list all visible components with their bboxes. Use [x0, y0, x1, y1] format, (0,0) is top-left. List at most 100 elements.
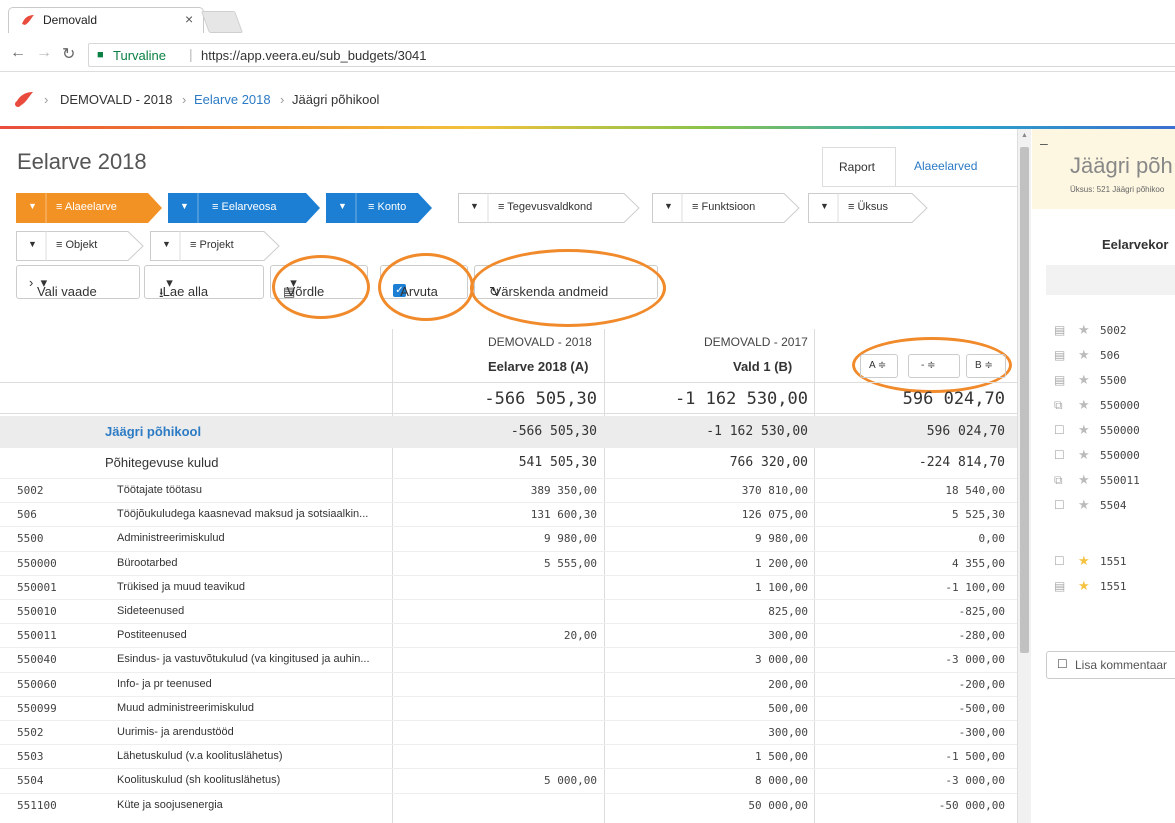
- filter-eelarveosa[interactable]: ▼ ≡ Eelarveosa: [168, 193, 320, 223]
- star-icon[interactable]: ★: [1078, 447, 1090, 463]
- chevron-down-icon[interactable]: ▼: [338, 201, 347, 211]
- back-arrow-icon[interactable]: ←: [10, 44, 26, 62]
- document-icon[interactable]: ▤: [1054, 373, 1065, 387]
- table-row[interactable]: 5502 Uurimis- ja arendustööd 300,00 -300,00: [0, 720, 1017, 744]
- chevron-down-icon[interactable]: ▼: [664, 201, 673, 211]
- new-tab-button[interactable]: [200, 11, 244, 33]
- table-row[interactable]: 550000 Bürootarbed 5 555,00 1 200,00 4 355,0…: [0, 550, 1017, 575]
- tab-report[interactable]: Raport: [822, 147, 896, 187]
- add-comment-button[interactable]: ☐ Lisa kommentaar: [1046, 651, 1175, 679]
- comment-icon[interactable]: ☐: [1054, 423, 1065, 437]
- side-list-item[interactable]: ☐ ★ 550000: [1032, 419, 1175, 443]
- comment-icon: ☐: [1057, 657, 1068, 671]
- table-row[interactable]: 506 Tööjõukuludega kaasnevad maksud ja so…: [0, 502, 1017, 526]
- table-row[interactable]: 5500 Administreerimiskulud 9 980,00 9 980,0…: [0, 526, 1017, 550]
- table-row[interactable]: 550099 Muud administreerimiskulud 500,00 -5…: [0, 695, 1017, 720]
- comments-icon[interactable]: ⧉: [1054, 473, 1063, 488]
- comment-icon[interactable]: ☐: [1054, 498, 1065, 512]
- chevron-down-icon[interactable]: ▼: [180, 201, 189, 211]
- side-list-item[interactable]: ▤ ★ 1551: [1032, 575, 1175, 599]
- breadcrumb-item-budget[interactable]: Eelarve 2018: [194, 92, 271, 107]
- forward-arrow-icon[interactable]: →: [36, 44, 52, 62]
- table-row[interactable]: 550040 Esindus- ja vastuvõtukulud (va kin…: [0, 647, 1017, 671]
- sort-a-select[interactable]: A ≑: [860, 354, 898, 378]
- table-row[interactable]: 550010 Sideteenused 825,00 -825,00: [0, 599, 1017, 623]
- table-row[interactable]: 551100 Küte ja soojusenergia 50 000,00 -50 …: [0, 792, 1017, 817]
- chevron-down-icon[interactable]: ▼: [470, 201, 479, 211]
- document-icon[interactable]: ▤: [1054, 323, 1065, 337]
- side-list-item[interactable]: ⧉ ★ 550000: [1032, 394, 1175, 418]
- table-row[interactable]: 5503 Lähetuskulud (v.a koolituslähetus) 1 …: [0, 744, 1017, 768]
- browser-tab[interactable]: Demovald ×: [8, 7, 204, 33]
- address-bar-row: ← → ↻ ■ Turvaline | https://app.veera.eu…: [0, 36, 1175, 72]
- collapse-icon[interactable]: –: [1040, 135, 1048, 151]
- scroll-up-icon[interactable]: ▲: [1021, 132, 1028, 139]
- side-list-item[interactable]: ▤ ★ 5002: [1032, 319, 1175, 343]
- filter-funktsioon[interactable]: ▼ ≡ Funktsioon: [652, 193, 800, 223]
- filter-tegevusvaldkond[interactable]: ▼ ≡ Tegevusvaldkond: [458, 193, 640, 223]
- tab-subbudgets[interactable]: Alaeelarved: [896, 147, 1017, 187]
- tab-title: Demovald: [43, 13, 98, 27]
- row-name: Esindus- ja vastuvõtukulud (va kingituse…: [117, 653, 370, 666]
- total-a: -566 505,30: [484, 389, 597, 409]
- side-list-item[interactable]: ▤ ★ 506: [1032, 344, 1175, 368]
- row-value-diff: -50 000,00: [938, 798, 1005, 812]
- comments-icon[interactable]: ⧉: [1054, 398, 1063, 413]
- star-icon[interactable]: ★: [1078, 497, 1090, 513]
- chevron-down-icon[interactable]: ▼: [28, 239, 37, 249]
- star-icon[interactable]: ★: [1078, 347, 1090, 363]
- side-list-item[interactable]: ☐ ★ 1551: [1032, 550, 1175, 574]
- comment-icon[interactable]: ☐: [1054, 448, 1065, 462]
- filter-objekt[interactable]: ▼ ≡ Objekt: [16, 231, 144, 261]
- scrollbar-thumb[interactable]: [1020, 147, 1029, 653]
- star-icon[interactable]: ★: [1078, 553, 1090, 569]
- veera-logo-icon[interactable]: [14, 90, 34, 108]
- filter-uksus[interactable]: ▼ ≡ Üksus: [808, 193, 928, 223]
- row-name: Lähetuskulud (v.a koolituslähetus): [117, 750, 283, 763]
- row-value-b: 500,00: [768, 701, 808, 715]
- sort-b-select[interactable]: B ≑: [966, 354, 1006, 378]
- star-icon[interactable]: ★: [1078, 397, 1090, 413]
- main-scrollbar[interactable]: ▲: [1017, 129, 1031, 823]
- subgroup-row[interactable]: Põhitegevuse kulud 541 505,30 766 320,00…: [0, 449, 1017, 477]
- operation-select[interactable]: - ≑: [908, 354, 960, 378]
- select-view-button[interactable]: › Vali vaade ▾: [16, 265, 140, 299]
- side-list-item[interactable]: ⧉ ★ 550011: [1032, 469, 1175, 493]
- row-name: Info- ja pr teenused: [117, 677, 212, 690]
- row-value-b: 8 000,00: [755, 774, 808, 788]
- side-list-item[interactable]: ☐ ★ 5504: [1032, 494, 1175, 518]
- group-row[interactable]: Jäägri põhikool -566 505,30 -1 162 530,0…: [0, 416, 1017, 448]
- reload-icon[interactable]: ↻: [62, 44, 75, 64]
- group-name[interactable]: Jäägri põhikool: [105, 424, 201, 439]
- table-row[interactable]: 5002 Töötajate töötasu 389 350,00 370 810,0…: [0, 478, 1017, 502]
- document-icon[interactable]: ▤: [1054, 348, 1065, 362]
- filter-label: ≡ Alaeelarve: [56, 201, 117, 213]
- document-icon[interactable]: ▤: [1054, 579, 1065, 593]
- chevron-down-icon[interactable]: ▼: [820, 201, 829, 211]
- star-icon[interactable]: ★: [1078, 472, 1090, 488]
- row-code: 550040: [17, 653, 57, 667]
- table-row[interactable]: 550060 Info- ja pr teenused 200,00 -200,00: [0, 671, 1017, 696]
- veera-logo-icon: [22, 15, 34, 25]
- breadcrumb-item-municipality[interactable]: DEMOVALD - 2018: [60, 92, 172, 107]
- tab-close-icon[interactable]: ×: [185, 11, 193, 27]
- star-icon[interactable]: ★: [1078, 422, 1090, 438]
- table-row[interactable]: 5504 Koolituskulud (sh koolituslähetus) 5 …: [0, 768, 1017, 792]
- comment-icon[interactable]: ☐: [1054, 554, 1065, 568]
- table-row[interactable]: 550001 Trükised ja muud teavikud 1 100,00 -…: [0, 574, 1017, 599]
- chevron-down-icon[interactable]: ▼: [28, 201, 37, 211]
- table-row[interactable]: 550011 Postiteenused 20,00 300,00 -280,00: [0, 623, 1017, 647]
- side-list-item[interactable]: ☐ ★ 550000: [1032, 444, 1175, 468]
- filter-konto[interactable]: ▼ ≡ Konto: [326, 193, 432, 223]
- url-field[interactable]: ■ Turvaline | https://app.veera.eu/sub_b…: [88, 43, 1175, 67]
- filter-projekt[interactable]: ▼ ≡ Projekt: [150, 231, 280, 261]
- tab-report-label: Raport: [839, 160, 876, 174]
- filter-alaeelarve[interactable]: ▼ ≡ Alaeelarve: [16, 193, 162, 223]
- star-icon[interactable]: ★: [1078, 578, 1090, 594]
- download-button[interactable]: ⭳ Lae alla ▾: [144, 265, 264, 300]
- side-list-item[interactable]: ▤ ★ 5500: [1032, 369, 1175, 393]
- chevron-down-icon[interactable]: ▼: [162, 239, 171, 249]
- star-icon[interactable]: ★: [1078, 322, 1090, 338]
- star-icon[interactable]: ★: [1078, 372, 1090, 388]
- highlight-circle: [378, 253, 474, 321]
